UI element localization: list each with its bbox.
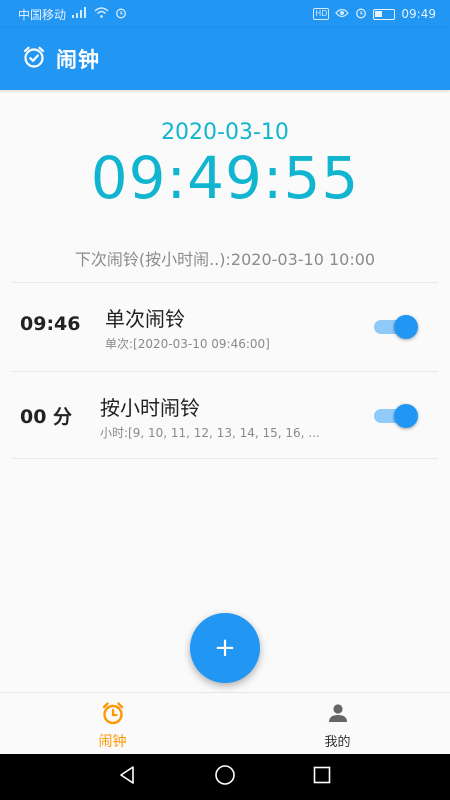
plus-icon: + xyxy=(214,633,236,663)
tab-alarm[interactable]: 闹钟 xyxy=(0,693,225,754)
status-bar: 中国移动 HD 09:49 xyxy=(0,0,450,28)
alarm-status-icon xyxy=(115,7,127,22)
battery-icon xyxy=(373,8,396,20)
switch-thumb xyxy=(394,404,418,428)
tab-mine-label: 我的 xyxy=(324,735,351,750)
tab-alarm-label: 闹钟 xyxy=(98,734,127,750)
alarm-description: 小时:[9, 10, 11, 12, 13, 14, 15, 16, ... xyxy=(100,426,320,440)
alarm-time-label: 00 分 xyxy=(20,406,73,428)
alarm-name: 单次闹铃 xyxy=(105,307,185,331)
current-time: 09:49:55 xyxy=(90,144,360,212)
recents-icon[interactable] xyxy=(312,765,332,789)
app-bar: 闹钟 xyxy=(0,28,450,90)
tab-mine[interactable]: 我的 xyxy=(225,693,450,754)
wifi-icon xyxy=(94,7,109,21)
alarm-clock-icon xyxy=(22,45,46,73)
hd-badge: HD xyxy=(313,8,330,20)
alarm-description: 单次:[2020-03-10 09:46:00] xyxy=(105,337,270,351)
carrier-name: 中国移动 xyxy=(18,7,67,22)
system-navigation-bar xyxy=(0,754,450,800)
switch-thumb xyxy=(394,315,418,339)
eye-icon xyxy=(335,8,350,21)
alarm-row-hourly[interactable]: 00 分 按小时闹铃 小时:[9, 10, 11, 12, 13, 14, 15… xyxy=(12,371,438,459)
current-date: 2020-03-10 xyxy=(161,120,289,145)
alarm-row-single[interactable]: 09:46 单次闹铃 单次:[2020-03-10 09:46:00] xyxy=(12,282,438,370)
alarm-toggle-hourly[interactable] xyxy=(372,404,418,428)
person-icon xyxy=(326,701,350,729)
alarm-toggle-single[interactable] xyxy=(372,315,418,339)
alarm-status-icon-right xyxy=(355,7,367,22)
page-title: 闹钟 xyxy=(56,48,100,72)
home-icon[interactable] xyxy=(214,764,236,790)
bottom-navigation: 闹钟 我的 xyxy=(0,692,450,754)
add-alarm-button[interactable]: + xyxy=(190,613,260,683)
next-alarm-text: 下次闹铃(按小时闹..):2020-03-10 10:00 xyxy=(74,250,376,269)
back-icon[interactable] xyxy=(118,765,138,789)
alarm-name: 按小时闹铃 xyxy=(100,396,200,420)
alarm-clock-icon xyxy=(100,701,126,729)
alarm-time-label: 09:46 xyxy=(20,313,81,335)
status-time: 09:49 xyxy=(401,7,436,21)
signal-icon xyxy=(72,7,88,21)
